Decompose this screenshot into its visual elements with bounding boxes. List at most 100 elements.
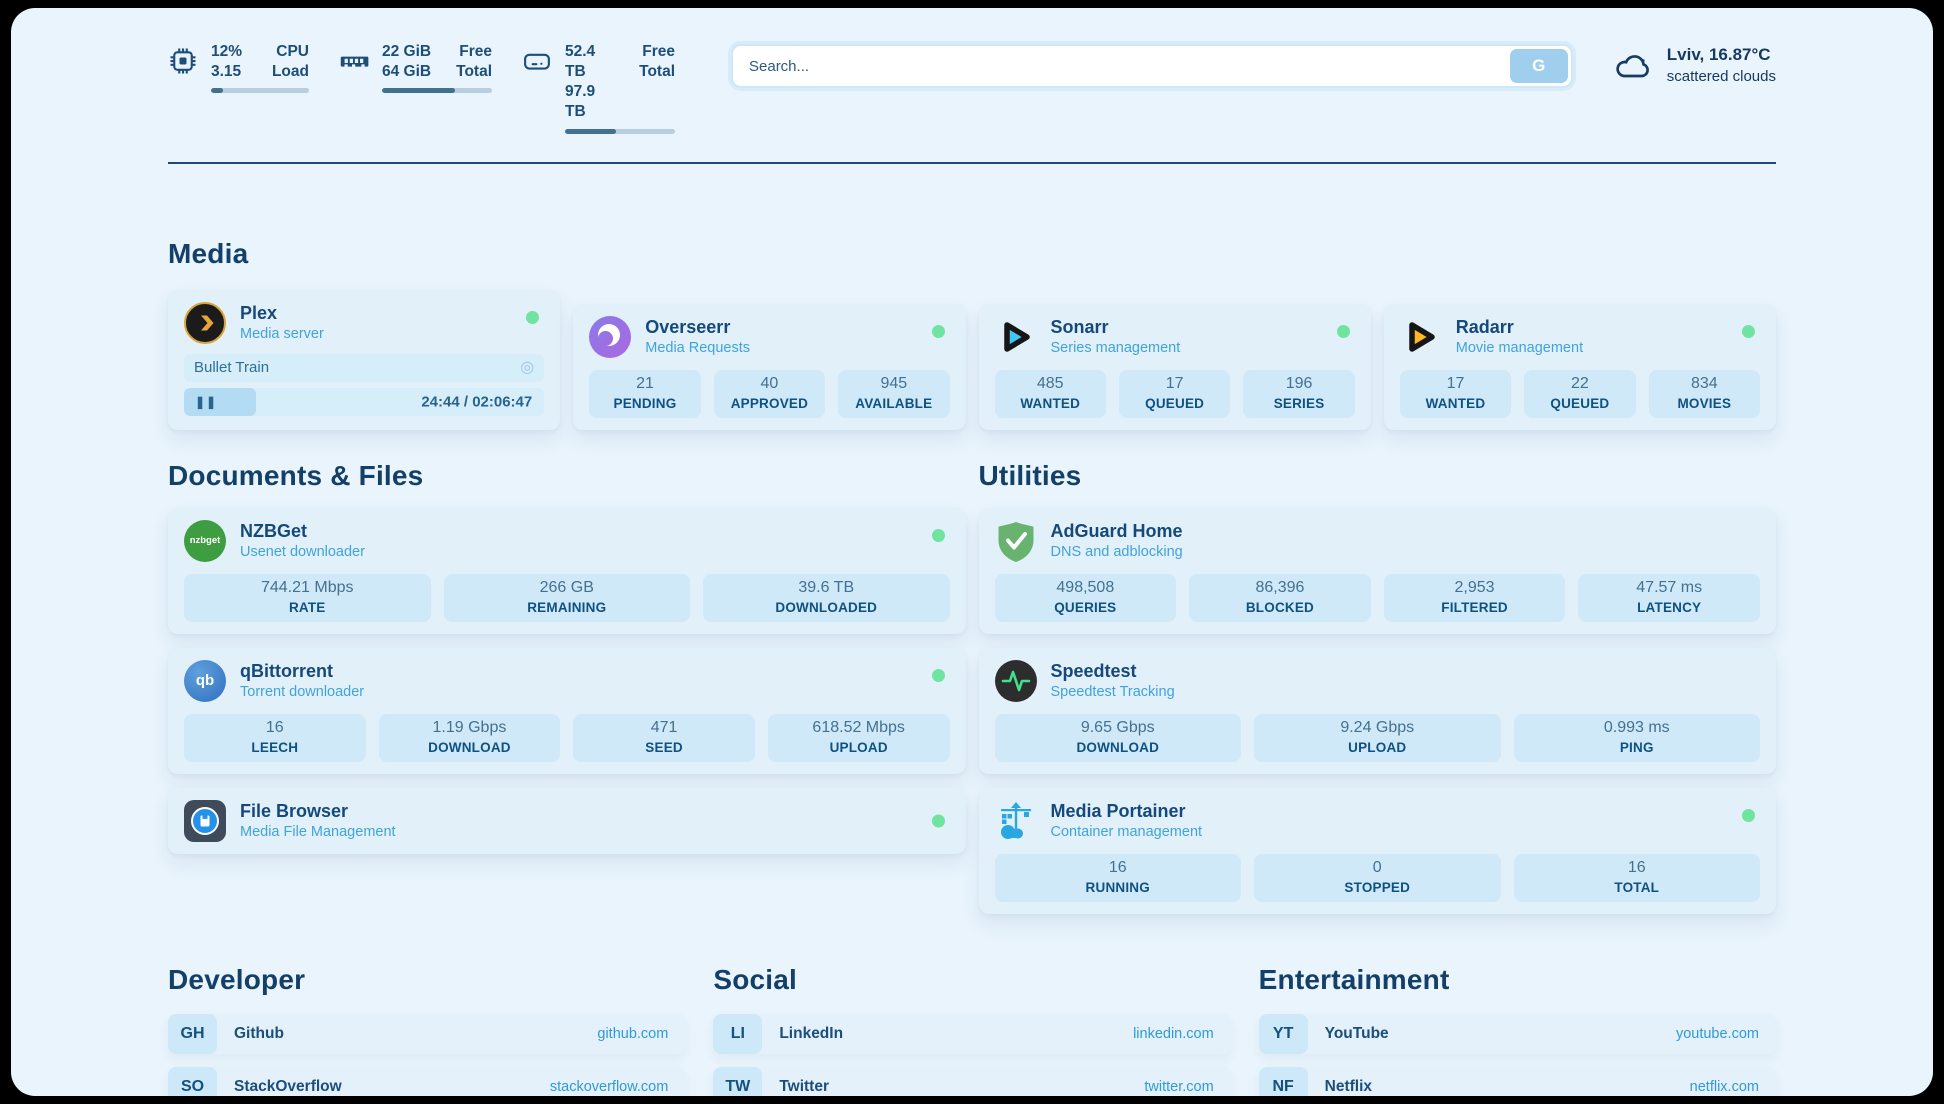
adguard-icon: [995, 520, 1037, 562]
link-stackoverflow[interactable]: SO StackOverflow stackoverflow.com: [168, 1067, 685, 1096]
ram-progress-fill: [382, 88, 455, 93]
media-card-grid: Plex Media server Bullet Train ◎ ❚❚ 24:4…: [168, 290, 1776, 430]
link-netflix[interactable]: NF Netflix netflix.com: [1259, 1067, 1776, 1096]
adguard-stat-filtered: 2,953 FILTERED: [1384, 574, 1566, 622]
stat-value: 196: [1247, 375, 1350, 393]
disk-label-top: Free: [639, 42, 675, 62]
adguard-card[interactable]: AdGuard Home DNS and adblocking 498,508 …: [979, 508, 1777, 634]
adguard-stat-latency: 47.57 ms LATENCY: [1578, 574, 1760, 622]
screen-frame: 12% 3.15 CPU Load: [0, 0, 1944, 1104]
stat-value: 9.65 Gbps: [999, 719, 1238, 737]
pause-icon[interactable]: ❚❚: [195, 395, 217, 409]
nzbget-subtitle: Usenet downloader: [240, 544, 365, 560]
google-search-button[interactable]: G: [1510, 49, 1568, 83]
stat-label: PING: [1518, 740, 1757, 755]
link-twitter[interactable]: TW Twitter twitter.com: [713, 1067, 1230, 1096]
stat-label: WANTED: [1404, 396, 1507, 411]
plex-progress-bar[interactable]: ❚❚ 24:44 / 02:06:47: [184, 388, 544, 416]
radarr-card[interactable]: Radarr Movie management 17 WANTED 22 QUE…: [1384, 304, 1776, 430]
qbittorrent-icon: qb: [184, 660, 226, 702]
ram-label-top: Free: [456, 42, 492, 62]
qbittorrent-stat-seed: 471 SEED: [573, 714, 755, 762]
radarr-stat-wanted: 17 WANTED: [1400, 370, 1511, 418]
speedtest-icon: [995, 660, 1037, 702]
stat-value: 17: [1404, 375, 1507, 393]
header-divider: [168, 162, 1776, 164]
ram-stat-widget: 22 GiB 64 GiB Free Total: [339, 42, 492, 93]
plex-session-icon[interactable]: ◎: [520, 360, 534, 376]
link-name: Github: [234, 1025, 597, 1043]
stat-value: 16: [1518, 859, 1757, 877]
radarr-title: Radarr: [1456, 317, 1583, 338]
stat-value: 47.57 ms: [1582, 579, 1756, 597]
stat-label: RATE: [188, 600, 427, 615]
section-title-social: Social: [713, 964, 1230, 996]
link-url: twitter.com: [1144, 1079, 1213, 1095]
sonarr-card[interactable]: Sonarr Series management 485 WANTED 17 Q…: [979, 304, 1371, 430]
ram-total-value: 64 GiB: [382, 62, 431, 82]
filebrowser-subtitle: Media File Management: [240, 824, 396, 840]
stat-label: PENDING: [593, 396, 696, 411]
stat-value: 39.6 TB: [707, 579, 946, 597]
stat-value: 945: [842, 375, 945, 393]
plex-card[interactable]: Plex Media server Bullet Train ◎ ❚❚ 24:4…: [168, 290, 560, 430]
link-url: netflix.com: [1690, 1079, 1759, 1095]
overseerr-card[interactable]: Overseerr Media Requests 21 PENDING 40 A…: [573, 304, 965, 430]
disk-progress-fill: [565, 129, 616, 134]
utilities-column: Utilities AdGuard Home DNS and adblockin…: [979, 460, 1777, 914]
disk-stat-widget: 52.4 TB 97.9 TB Free Total: [522, 42, 675, 134]
portainer-stat-running: 16 RUNNING: [995, 854, 1242, 902]
overseerr-subtitle: Media Requests: [645, 340, 750, 356]
stat-value: 0.993 ms: [1518, 719, 1757, 737]
link-linkedin[interactable]: LI LinkedIn linkedin.com: [713, 1014, 1230, 1054]
radarr-stat-movies: 834 MOVIES: [1649, 370, 1760, 418]
portainer-subtitle: Container management: [1051, 824, 1203, 840]
stat-label: MOVIES: [1653, 396, 1756, 411]
stat-value: 498,508: [999, 579, 1173, 597]
link-name: YouTube: [1325, 1025, 1676, 1043]
stat-label: APPROVED: [718, 396, 821, 411]
search-input[interactable]: [731, 44, 1573, 88]
cpu-load-value: 3.15: [211, 62, 242, 82]
link-github[interactable]: GH Github github.com: [168, 1014, 685, 1054]
entertainment-section: Entertainment YT YouTube youtube.com NF …: [1259, 964, 1776, 1096]
speedtest-card[interactable]: Speedtest Speedtest Tracking 9.65 Gbps D…: [979, 648, 1777, 774]
link-url: youtube.com: [1676, 1026, 1759, 1042]
overseerr-stat-available: 945 AVAILABLE: [838, 370, 949, 418]
speedtest-stat-upload: 9.24 Gbps UPLOAD: [1254, 714, 1501, 762]
speedtest-stat-download: 9.65 Gbps DOWNLOAD: [995, 714, 1242, 762]
filebrowser-card[interactable]: File Browser Media File Management: [168, 788, 966, 854]
section-title-utilities: Utilities: [979, 460, 1777, 492]
stat-value: 266 GB: [448, 579, 687, 597]
qbittorrent-card[interactable]: qb qBittorrent Torrent downloader 16 LEE…: [168, 648, 966, 774]
sonarr-title: Sonarr: [1051, 317, 1181, 338]
speedtest-title: Speedtest: [1051, 661, 1175, 682]
stat-value: 22: [1528, 375, 1631, 393]
ram-icon: [339, 46, 369, 76]
top-bar: 12% 3.15 CPU Load: [168, 8, 1776, 134]
stat-value: 9.24 Gbps: [1258, 719, 1497, 737]
portainer-icon: [995, 800, 1037, 842]
weather-widget[interactable]: Lviv, 16.87°C scattered clouds: [1613, 44, 1776, 87]
portainer-card[interactable]: Media Portainer Container management 16 …: [979, 788, 1777, 914]
cloud-icon: [1613, 46, 1653, 86]
adguard-subtitle: DNS and adblocking: [1051, 544, 1183, 560]
stat-label: BLOCKED: [1193, 600, 1367, 615]
stat-value: 16: [999, 859, 1238, 877]
stat-value: 2,953: [1388, 579, 1562, 597]
cpu-progress-fill: [211, 88, 223, 93]
stat-value: 1.19 Gbps: [383, 719, 557, 737]
nzbget-card[interactable]: nzbget NZBGet Usenet downloader 744.21 M…: [168, 508, 966, 634]
cpu-label-bottom: Load: [272, 62, 309, 82]
stat-value: 40: [718, 375, 821, 393]
ram-progress-track: [382, 88, 492, 93]
disk-icon: [522, 46, 552, 76]
cpu-usage-value: 12%: [211, 42, 242, 62]
disk-free-value: 52.4 TB: [565, 42, 619, 82]
overseerr-stat-approved: 40 APPROVED: [714, 370, 825, 418]
sonarr-stat-series: 196 SERIES: [1243, 370, 1354, 418]
link-youtube[interactable]: YT YouTube youtube.com: [1259, 1014, 1776, 1054]
adguard-stat-queries: 498,508 QUERIES: [995, 574, 1177, 622]
stat-value: 834: [1653, 375, 1756, 393]
youtube-abbr-icon: YT: [1259, 1014, 1308, 1054]
